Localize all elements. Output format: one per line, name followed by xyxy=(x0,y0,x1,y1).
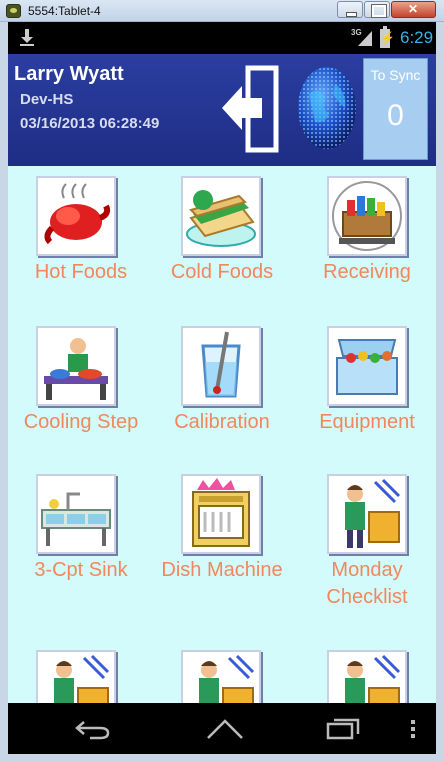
logout-icon[interactable] xyxy=(218,64,282,154)
sync-label: To Sync xyxy=(370,67,421,83)
close-button[interactable] xyxy=(391,1,436,18)
emulator-icon xyxy=(6,4,21,18)
cooling-step-icon xyxy=(36,326,116,406)
tile-label: Hot Foods xyxy=(34,261,128,283)
tile-label: Dish Machine xyxy=(161,559,283,581)
battery-charging-icon xyxy=(380,26,395,48)
tile-label: Monday Checklist xyxy=(326,559,408,608)
session-datetime: 03/16/2013 06:28:49 xyxy=(20,115,160,132)
cold-foods-icon xyxy=(181,176,261,256)
to-sync-box[interactable]: To Sync 0 xyxy=(363,58,428,160)
recent-apps-icon[interactable] xyxy=(326,718,360,740)
user-name: Larry Wyatt xyxy=(14,63,124,85)
hot-foods-icon xyxy=(36,176,116,256)
back-icon[interactable] xyxy=(74,718,112,740)
calibration-icon xyxy=(181,326,261,406)
download-icon xyxy=(20,29,34,47)
checklist-icon xyxy=(327,650,407,703)
navigation-bar xyxy=(8,703,436,754)
dish-machine-icon xyxy=(181,474,261,554)
menu-icon[interactable] xyxy=(410,719,416,739)
tile-label: Calibration xyxy=(174,411,270,433)
signal-icon xyxy=(358,31,372,46)
tile-grid: Hot Foods Cold Foods Receiving Cooling S… xyxy=(8,166,436,703)
window-title-bar[interactable]: 5554:Tablet-4 xyxy=(0,0,444,22)
window-frame-bottom xyxy=(0,754,444,762)
window-frame-right xyxy=(436,22,444,762)
tile-label: Receiving xyxy=(323,261,411,283)
window-title: 5554:Tablet-4 xyxy=(28,4,101,18)
tile-label: Cold Foods xyxy=(170,261,274,283)
globe-icon[interactable] xyxy=(295,64,359,152)
checklist-icon xyxy=(327,474,407,554)
sink-icon xyxy=(36,474,116,554)
receiving-icon xyxy=(327,176,407,256)
maximize-button[interactable] xyxy=(364,1,390,18)
status-clock: 6:29 xyxy=(400,28,434,47)
user-organization: Dev-HS xyxy=(20,91,74,108)
status-bar: 3G 6:29 xyxy=(8,22,436,54)
tile-label: Equipment xyxy=(319,411,415,433)
checklist-icon xyxy=(36,650,116,703)
sync-count: 0 xyxy=(387,99,404,132)
minimize-button[interactable] xyxy=(337,1,363,18)
checklist-icon xyxy=(181,650,261,703)
home-icon[interactable] xyxy=(204,718,246,740)
equipment-icon xyxy=(327,326,407,406)
app-header: Larry Wyatt Dev-HS 03/16/2013 06:28:49 T… xyxy=(8,54,436,166)
tile-label: Cooling Step xyxy=(23,411,139,433)
tile-label: 3-Cpt Sink xyxy=(34,559,128,581)
window-frame-left xyxy=(0,22,8,762)
